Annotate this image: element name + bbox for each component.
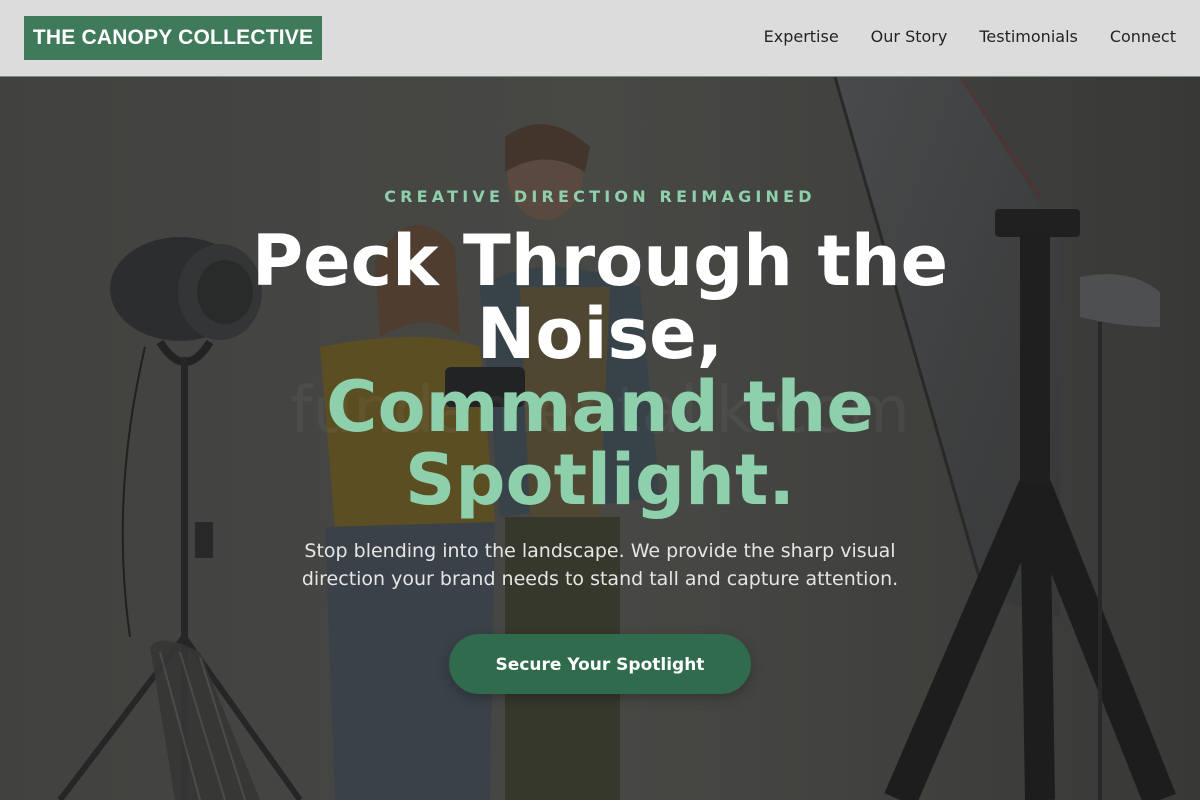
headline-line-primary: Peck Through the Noise, — [251, 220, 949, 375]
site-header: THE CANOPY COLLECTIVE Expertise Our Stor… — [0, 0, 1200, 77]
hero-subtext: Stop blending into the landscape. We pro… — [301, 540, 899, 590]
cta-button[interactable]: Secure Your Spotlight — [449, 634, 751, 694]
hero-section: fundamentallk.com CREATIVE DIRECTION REI… — [0, 77, 1200, 800]
main-nav: Expertise Our Story Testimonials Connect — [764, 26, 1176, 48]
hero-eyebrow: CREATIVE DIRECTION REIMAGINED — [384, 187, 816, 206]
headline-line-accent: Command the Spotlight. — [326, 366, 874, 521]
nav-link-connect[interactable]: Connect — [1110, 26, 1176, 48]
nav-link-our-story[interactable]: Our Story — [871, 26, 948, 48]
hero-headline: Peck Through the Noise, Command the Spot… — [200, 225, 1000, 517]
brand-logo[interactable]: THE CANOPY COLLECTIVE — [24, 16, 322, 60]
nav-link-expertise[interactable]: Expertise — [764, 26, 839, 48]
nav-link-testimonials[interactable]: Testimonials — [979, 26, 1078, 48]
landing-page: THE CANOPY COLLECTIVE Expertise Our Stor… — [0, 0, 1200, 800]
